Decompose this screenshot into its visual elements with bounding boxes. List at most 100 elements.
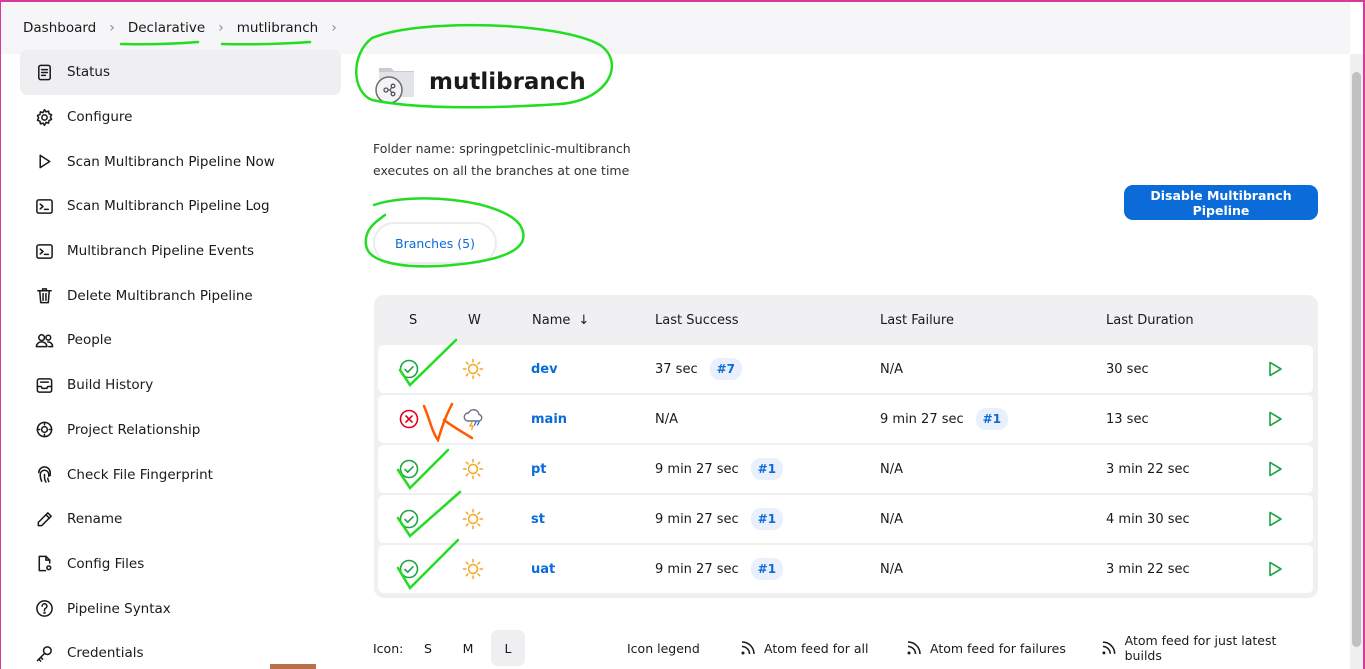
success-status-icon xyxy=(399,345,419,393)
sidebar-item-label: Config Files xyxy=(67,555,145,572)
last-failure-text: N/A xyxy=(880,361,903,377)
tab-branches[interactable]: Branches (5) xyxy=(375,224,495,262)
disable-multibranch-button[interactable]: Disable Multibranch Pipeline xyxy=(1124,185,1318,220)
table-row: st 9 min 27 sec #1 N/A 4 min 30 sec xyxy=(378,495,1313,543)
sidebar-item-pipeline-syntax[interactable]: Pipeline Syntax xyxy=(20,586,341,631)
sidebar-item-config-files[interactable]: Config Files xyxy=(20,542,341,587)
window-border-left xyxy=(0,0,1,669)
last-failure-cell: N/A xyxy=(880,495,903,543)
build-number-badge[interactable]: #1 xyxy=(975,408,1009,430)
key-icon xyxy=(34,643,54,663)
sidebar-item-delete[interactable]: Delete Multibranch Pipeline xyxy=(20,273,341,318)
table-row: main N/A 9 min 27 sec #1 13 sec xyxy=(378,395,1313,443)
schedule-build-play-icon[interactable] xyxy=(1266,445,1284,493)
trash-icon xyxy=(34,286,54,306)
sidebar-item-label: Check File Fingerprint xyxy=(67,466,213,483)
atom-feed-failures-link[interactable]: Atom feed for failures xyxy=(906,630,1066,666)
sidebar-item-pipeline-events[interactable]: Multibranch Pipeline Events xyxy=(20,229,341,274)
atom-feed-all-label: Atom feed for all xyxy=(764,640,869,656)
last-success-cell: 9 min 27 sec #1 xyxy=(655,495,784,543)
build-number-badge[interactable]: #1 xyxy=(750,508,784,530)
last-success-text: 37 sec xyxy=(655,361,698,377)
branches-table: S W Name ↓ Last Success Last Failure Last… xyxy=(374,295,1318,598)
multibranch-folder-icon xyxy=(373,58,421,106)
last-success-text: 9 min 27 sec xyxy=(655,561,739,577)
breadcrumb-dashboard[interactable]: Dashboard xyxy=(21,20,98,36)
build-number-badge[interactable]: #1 xyxy=(750,458,784,480)
file-gear-icon xyxy=(34,554,54,574)
sidebar-item-scan-now[interactable]: Scan Multibranch Pipeline Now xyxy=(20,139,341,184)
folder-name-line: Folder name: springpetclinic-multibranch xyxy=(373,141,631,156)
branch-name-link[interactable]: dev xyxy=(531,345,558,393)
sidebar-item-label: Project Relationship xyxy=(67,421,201,438)
sidebar-item-project-relationship[interactable]: Project Relationship xyxy=(20,408,341,453)
vertical-scrollbar[interactable] xyxy=(1350,54,1363,669)
atom-feed-latest-link[interactable]: Atom feed for just latest builds xyxy=(1101,630,1313,666)
breadcrumb-separator-icon[interactable]: › xyxy=(331,20,337,36)
branch-name-link[interactable]: main xyxy=(531,395,567,443)
sidebar-item-label: Multibranch Pipeline Events xyxy=(67,243,255,260)
header-last-failure[interactable]: Last Failure xyxy=(880,313,954,328)
last-failure-text: N/A xyxy=(880,511,903,527)
play-icon xyxy=(34,152,54,172)
rss-icon xyxy=(907,641,921,655)
schedule-build-play-icon[interactable] xyxy=(1266,345,1284,393)
sidebar-item-label: Scan Multibranch Pipeline Now xyxy=(67,153,275,170)
inbox-icon xyxy=(34,375,54,395)
atom-feed-latest-label: Atom feed for just latest builds xyxy=(1124,633,1277,663)
sidebar-item-status[interactable]: Status xyxy=(20,50,341,95)
last-success-text: N/A xyxy=(655,411,678,427)
branch-name-link[interactable]: uat xyxy=(531,545,555,593)
schedule-build-play-icon[interactable] xyxy=(1266,545,1284,593)
icon-size-s-button[interactable]: S xyxy=(411,630,445,666)
schedule-build-play-icon[interactable] xyxy=(1266,395,1284,443)
sidebar-item-label: Build History xyxy=(67,377,154,394)
last-failure-cell: N/A xyxy=(880,445,903,493)
sidebar-item-people[interactable]: People xyxy=(20,318,341,363)
atom-feed-failures-label: Atom feed for failures xyxy=(930,640,1066,656)
header-weather[interactable]: W xyxy=(468,313,481,328)
build-number-badge[interactable]: #7 xyxy=(709,358,742,380)
breadcrumb: Dashboard › Declarative › mutlibranch › xyxy=(21,2,348,54)
icon-legend-link[interactable]: Icon legend xyxy=(627,630,700,666)
sidebar-item-label: People xyxy=(67,332,112,349)
breadcrumb-mutlibranch[interactable]: mutlibranch xyxy=(235,20,320,36)
sidebar-item-configure[interactable]: Configure xyxy=(20,95,341,140)
last-failure-text: N/A xyxy=(880,561,903,577)
breadcrumb-declarative[interactable]: Declarative xyxy=(126,20,207,36)
fingerprint-icon xyxy=(34,465,54,485)
last-success-cell: 37 sec #7 xyxy=(655,345,742,393)
table-row: dev 37 sec #7 N/A 30 sec xyxy=(378,345,1313,393)
document-icon xyxy=(34,62,54,82)
folder-description: Folder name: springpetclinic-multibranch… xyxy=(373,138,631,181)
header-last-success[interactable]: Last Success xyxy=(655,313,739,328)
header-status[interactable]: S xyxy=(409,313,417,328)
header-last-duration[interactable]: Last Duration xyxy=(1106,313,1194,328)
icon-size-l-button[interactable]: L xyxy=(491,630,525,666)
sort-arrow-icon: ↓ xyxy=(578,313,590,328)
header-name[interactable]: Name ↓ xyxy=(532,313,589,328)
terminal-icon xyxy=(34,241,54,261)
scrollbar-thumb[interactable] xyxy=(1352,72,1361,647)
schedule-build-play-icon[interactable] xyxy=(1266,495,1284,543)
sidebar-item-build-history[interactable]: Build History xyxy=(20,363,341,408)
sidebar-item-label: Configure xyxy=(67,109,133,126)
table-header: S W Name ↓ Last Success Last Failure Last… xyxy=(374,295,1318,345)
description-line: executes on all the branches at one time xyxy=(373,162,630,178)
branch-name-link[interactable]: st xyxy=(531,495,545,543)
people-icon xyxy=(34,330,54,350)
sidebar-item-label: Scan Multibranch Pipeline Log xyxy=(67,198,270,215)
atom-feed-all-link[interactable]: Atom feed for all xyxy=(740,630,869,666)
breadcrumb-separator-icon: › xyxy=(218,20,224,36)
help-icon xyxy=(34,599,54,619)
last-duration-cell: 4 min 30 sec xyxy=(1106,511,1190,527)
sidebar-item-label: Pipeline Syntax xyxy=(67,600,171,617)
sunny-weather-icon xyxy=(462,545,484,593)
icon-size-m-button[interactable]: M xyxy=(451,630,485,666)
build-number-badge[interactable]: #1 xyxy=(750,558,784,580)
last-success-text: 9 min 27 sec xyxy=(655,511,739,527)
branch-name-link[interactable]: pt xyxy=(531,445,547,493)
sidebar-item-scan-log[interactable]: Scan Multibranch Pipeline Log xyxy=(20,184,341,229)
sidebar-item-check-fingerprint[interactable]: Check File Fingerprint xyxy=(20,452,341,497)
sidebar-item-rename[interactable]: Rename xyxy=(20,497,341,542)
